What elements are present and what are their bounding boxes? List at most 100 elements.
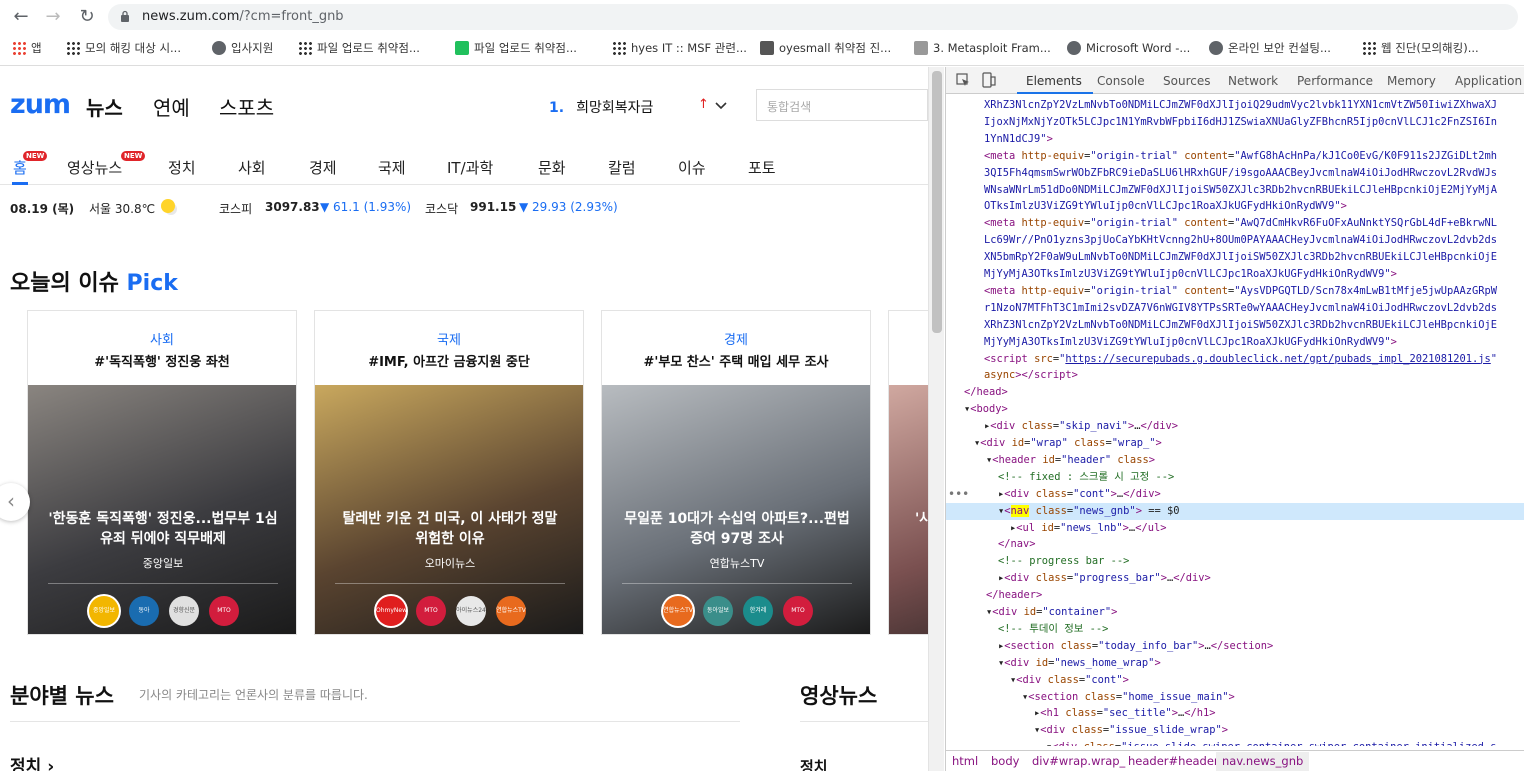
dom-node-line[interactable]: Lc69Wr//PnO1yzns3pjUoCaYbKHtVcnng2hU+8OU… — [946, 232, 1524, 249]
slider-prev-button[interactable]: ‹ — [0, 483, 30, 521]
bookmark-item[interactable]: oyesmall 취약점 진... — [760, 38, 891, 58]
tab-news[interactable]: 뉴스 — [86, 92, 123, 121]
bookmark-item[interactable]: 입사지원 — [212, 38, 273, 58]
press-logo[interactable]: MTO — [416, 596, 446, 626]
gnb-item[interactable]: 정치 — [168, 157, 196, 178]
dom-node-line[interactable]: ▸<ul id="news_lnb">…</ul> — [946, 520, 1524, 537]
dom-node-line[interactable]: ▾<div id="wrap" class="wrap_"> — [946, 435, 1524, 452]
devtools-tab[interactable]: Application — [1455, 74, 1522, 88]
dom-node-line[interactable]: <!-- progress bar --> — [946, 553, 1524, 570]
breadcrumb-item[interactable]: html — [952, 754, 978, 768]
devtools-tab[interactable]: Network — [1228, 74, 1278, 88]
press-logo[interactable]: 중앙일보 — [89, 596, 119, 626]
dom-node-line[interactable]: 1YnN1dCJ9"> — [946, 131, 1524, 148]
issue-card[interactable]: 경제 #'부모 찬스' 주택 매입 세무 조사 무일푼 10대가 수십억 아파트?.… — [601, 310, 871, 635]
page-scrollbar[interactable] — [928, 67, 944, 771]
press-logo[interactable]: 아이뉴스24 — [456, 596, 486, 626]
press-logo[interactable]: 동아 — [129, 596, 159, 626]
dom-node-line[interactable]: MjYyMjA3OTksImlzU3ViZG9tYWluIjp0cnVlLCJp… — [946, 266, 1524, 283]
tab-sports[interactable]: 스포츠 — [219, 92, 274, 121]
dom-node-line[interactable]: ▾<div class="issue_slide_wrap"> — [946, 722, 1524, 739]
breadcrumb-item[interactable]: nav.news_gnb — [1216, 752, 1310, 771]
press-logo[interactable]: MTO — [783, 596, 813, 626]
bookmark-item[interactable]: 3. Metasploit Fram... — [914, 38, 1051, 58]
dom-node-line[interactable]: ▾<header id="header" class> — [946, 452, 1524, 469]
bookmark-item[interactable]: 파일 업로드 취약점... — [455, 38, 577, 58]
devtools-tab[interactable]: Console — [1097, 74, 1145, 88]
dom-node-line[interactable]: ▸<div class="cont">…</div> — [946, 486, 1524, 503]
dom-node-line[interactable]: XRhZ3NlcnZpY2VzLmNvbTo0NDMiLCJmZWF0dXJlI… — [946, 97, 1524, 114]
dom-node-line[interactable]: ▸<h1 class="sec_title">…</h1> — [946, 705, 1524, 722]
dom-node-line[interactable]: ▾<section class="home_issue_main"> — [946, 689, 1524, 706]
dom-node-line[interactable]: ▸<section class="today_info_bar">…</sect… — [946, 638, 1524, 655]
gnb-item[interactable]: 칼럼 — [608, 157, 636, 178]
gnb-item[interactable]: 문화 — [538, 157, 566, 178]
dom-node-line[interactable]: ▸<div class="skip_navi">…</div> — [946, 418, 1524, 435]
devtools-tab[interactable]: Sources — [1163, 74, 1210, 88]
realtime-rank[interactable]: 1. 희망회복자금 — [549, 97, 653, 117]
reload-button[interactable]: ↻ — [76, 6, 98, 28]
press-logo[interactable]: 경향신문 — [169, 596, 199, 626]
dom-node-line[interactable]: ▾<nav class="news_gnb"> == $0 — [946, 502, 1524, 520]
issue-card[interactable]: 국제 #IMF, 아프간 금융지원 중단 탈레반 키운 건 미국, 이 사태가 정말… — [314, 310, 584, 635]
press-logo[interactable]: 한겨레 — [743, 596, 773, 626]
politics-link[interactable]: 정치 › — [10, 752, 54, 771]
breadcrumb-item[interactable]: div#wrap.wrap_ — [1032, 754, 1125, 768]
bookmark-item[interactable]: hyes IT :: MSF 관련... — [612, 38, 747, 58]
dom-node-line[interactable]: MjYyMjA3OTksImlzU3ViZG9tYWluIjp0cnVlLCJp… — [946, 334, 1524, 351]
dom-node-line[interactable]: WNsaWNrLm51dDo0NDMiLCJmZWF0dXJlIjoiSW50Z… — [946, 182, 1524, 199]
breadcrumb-item[interactable]: header#header — [1128, 754, 1219, 768]
gnb-item[interactable]: IT/과학 — [447, 157, 493, 178]
dom-node-line[interactable]: <meta http-equiv="origin-trial" content=… — [946, 215, 1524, 232]
dom-node-line[interactable]: <script src="https://securepubads.g.doub… — [946, 351, 1524, 368]
devtools-tab[interactable]: Memory — [1387, 74, 1436, 88]
bookmark-item[interactable]: Microsoft Word -... — [1067, 38, 1190, 58]
dom-node-line[interactable]: ▾<body> — [946, 401, 1524, 418]
dom-node-line[interactable]: 3QI5Fh4qmsmSwrWObZFbRC9ieDaSLU6lHRxhGUF/… — [946, 165, 1524, 182]
gnb-item[interactable]: 국제 — [378, 157, 406, 178]
kosdaq-value[interactable]: 991.15 — [470, 200, 516, 214]
address-bar[interactable]: news.zum.com/?cm=front_gnb — [108, 4, 1518, 30]
gnb-item[interactable]: 경제 — [309, 157, 337, 178]
video-politics-label[interactable]: 정치 — [800, 756, 828, 771]
dom-node-line[interactable]: </head> — [946, 384, 1524, 401]
gnb-item[interactable]: 포토 — [748, 157, 776, 178]
gnb-item[interactable]: 영상뉴스 NEW — [67, 151, 146, 178]
devtools-tab[interactable]: Elements — [1026, 74, 1082, 88]
gnb-item[interactable]: 이슈 — [678, 157, 706, 178]
dom-node-line[interactable]: </header> — [946, 587, 1524, 604]
press-logo[interactable]: 연합뉴스TV — [663, 596, 693, 626]
search-input[interactable]: 통합검색 — [756, 89, 928, 121]
dom-node-line[interactable]: <!-- fixed : 스크롤 시 고정 --> — [946, 469, 1524, 486]
video-news-title[interactable]: 영상뉴스 — [800, 680, 877, 710]
issue-card[interactable]: 사회 #'독직폭행' 정진웅 좌천 '한동훈 독직폭행' 정진웅...법무부 1심 … — [27, 310, 297, 635]
dom-node-line[interactable]: OTksImlzU3ViZG9tYWluIjp0cnVlLCJpc1RoaXJk… — [946, 198, 1524, 215]
dom-node-line[interactable]: <meta http-equiv="origin-trial" content=… — [946, 283, 1524, 300]
dom-node-line[interactable]: IjoxNjMxNjYzOTk5LCJpc1N1YmRvbWFpbiI6dHJ1… — [946, 114, 1524, 131]
dom-node-line[interactable]: XN5bmRpY2F0aW9uLmNvbTo0NDMiLCJmZWF0dXJlI… — [946, 249, 1524, 266]
forward-button[interactable]: → — [42, 6, 64, 28]
dom-node-line[interactable]: async></script> — [946, 367, 1524, 384]
device-toolbar-icon[interactable] — [982, 72, 996, 88]
dom-node-line[interactable]: ▾<div class="issue_slide swiper-containe… — [946, 739, 1524, 746]
bookmark-item[interactable]: 모의 해킹 대상 시... — [66, 38, 181, 58]
dom-node-line[interactable]: <meta http-equiv="origin-trial" content=… — [946, 148, 1524, 165]
inspect-element-icon[interactable] — [956, 73, 970, 87]
gnb-item[interactable]: 홈 NEW — [13, 151, 48, 178]
more-dots-icon[interactable]: ••• — [948, 487, 969, 501]
devtools-tab[interactable]: Performance — [1297, 74, 1373, 88]
bookmark-item[interactable]: 웹 진단(모의해킹)... — [1362, 38, 1479, 58]
bookmark-item[interactable]: 파일 업로드 취약점... — [298, 38, 420, 58]
bookmark-item[interactable]: 온라인 보안 컨설팅... — [1209, 38, 1331, 58]
dom-node-line[interactable]: r1NzoN7MTFhT3C1mImi2svDZA7V6nWGIV8YTPsSR… — [946, 300, 1524, 317]
dom-node-line[interactable]: ▸<div class="progress_bar">…</div> — [946, 570, 1524, 587]
bookmark-item[interactable]: 앱 — [12, 38, 42, 58]
press-logo[interactable]: 연합뉴스TV — [496, 596, 526, 626]
kospi-value[interactable]: 3097.83 — [265, 200, 320, 214]
weather-text[interactable]: 서울 30.8℃ — [89, 200, 155, 217]
press-logo[interactable]: OhmyNews — [376, 596, 406, 626]
dom-node-line[interactable]: </nav> — [946, 536, 1524, 553]
chevron-down-icon[interactable] — [715, 100, 727, 112]
gnb-item[interactable]: 사회 — [238, 157, 266, 178]
press-logo[interactable]: 동아일보 — [703, 596, 733, 626]
